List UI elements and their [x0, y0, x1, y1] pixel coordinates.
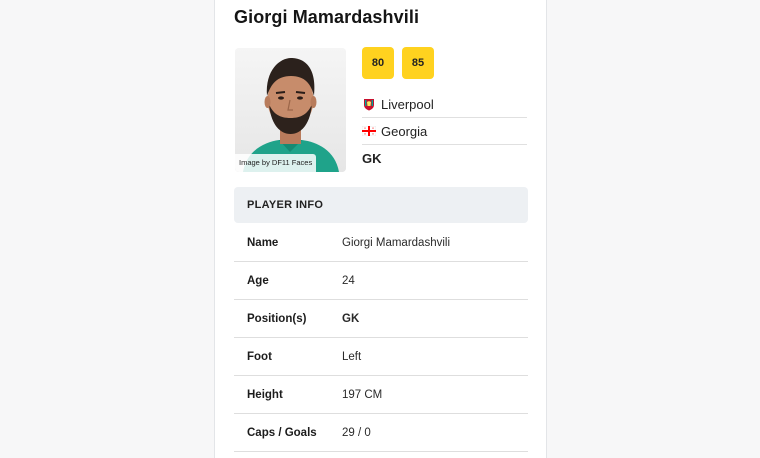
row-label: Name: [247, 236, 279, 249]
player-name: Giorgi Mamardashvili: [234, 7, 420, 27]
position-label: GK: [362, 150, 382, 166]
table-row: Position(s) GK: [234, 300, 528, 338]
row-value: Left: [342, 350, 362, 363]
club-row[interactable]: Liverpool: [362, 91, 527, 118]
nation-row[interactable]: Georgia: [362, 118, 527, 145]
club-name: Liverpool: [381, 96, 434, 112]
row-label: Height: [247, 388, 283, 401]
player-meta: Liverpool Georgia GK: [362, 91, 527, 171]
player-info-title: PLAYER INFO: [247, 199, 324, 211]
row-value: 197 CM: [342, 388, 383, 401]
row-value: Giorgi Mamardashvili: [342, 236, 451, 249]
overall-rating-badge: 80: [362, 47, 394, 79]
player-card: Giorgi Mamardashvili Image by DF11 Faces…: [214, 0, 547, 458]
photo-credit: Image by DF11 Faces: [235, 154, 317, 172]
table-row: Foot Left: [234, 338, 528, 376]
player-photo: Image by DF11 Faces: [235, 48, 346, 172]
row-value: GK: [342, 312, 360, 325]
player-info-table: Name Giorgi Mamardashvili Age 24 Positio…: [234, 224, 528, 452]
ratings-group: 80 85: [362, 47, 434, 79]
row-value: 29 / 0: [342, 426, 371, 439]
georgia-flag-icon: [362, 126, 376, 136]
potential-rating-badge: 85: [402, 47, 434, 79]
liverpool-crest-icon: [364, 99, 374, 111]
row-label: Caps / Goals: [247, 426, 317, 439]
player-info-header: PLAYER INFO: [234, 187, 528, 223]
row-label: Foot: [247, 350, 272, 363]
row-value: 24: [342, 274, 355, 287]
table-row: Caps / Goals 29 / 0: [234, 414, 528, 452]
position-row: GK: [362, 145, 527, 171]
row-label: Age: [247, 274, 269, 287]
row-label: Position(s): [247, 312, 307, 325]
table-row: Name Giorgi Mamardashvili: [234, 224, 528, 262]
nation-name: Georgia: [381, 123, 428, 139]
table-row: Age 24: [234, 262, 528, 300]
table-row: Height 197 CM: [234, 376, 528, 414]
